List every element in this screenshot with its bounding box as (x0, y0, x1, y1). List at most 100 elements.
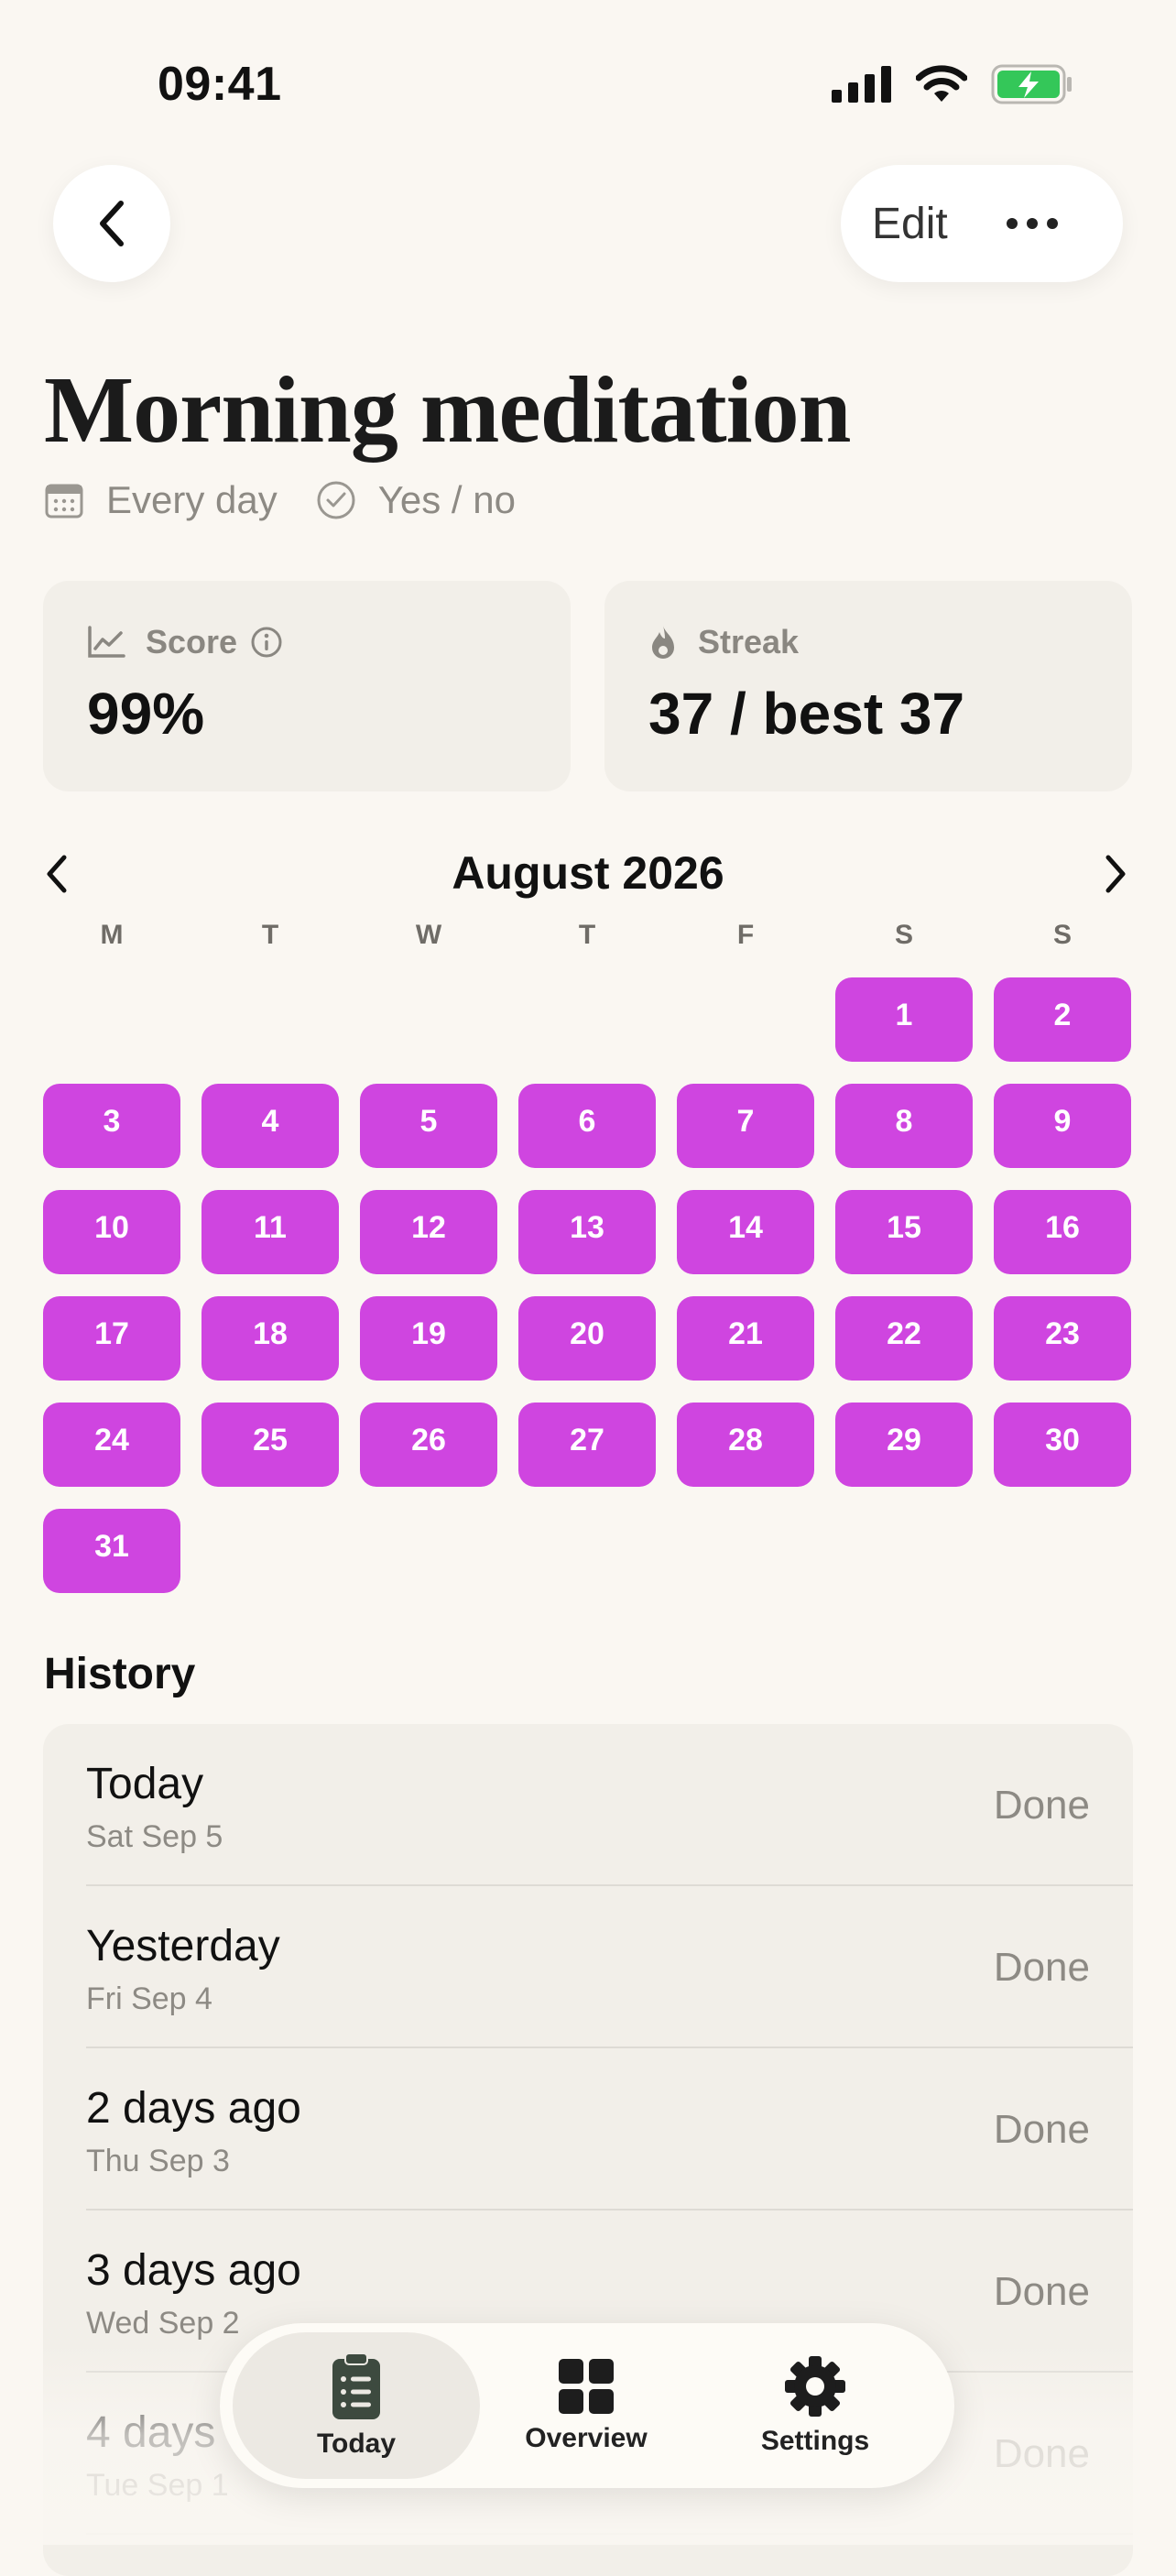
calendar-day[interactable]: 25 (201, 1403, 339, 1487)
calendar-day[interactable]: 21 (677, 1296, 814, 1381)
streak-label: Streak (698, 623, 800, 660)
calendar-grid: 1 2 3 4 5 6 7 8 9 10 11 12 13 14 15 16 17 18 19 20 21 22 23 24 2… (43, 977, 1131, 1593)
streak-value: 37 / best 37 (648, 681, 965, 747)
tab-overview-label: Overview (525, 2423, 648, 2453)
grid-icon (559, 2359, 614, 2414)
more-dot (1006, 218, 1018, 229)
edit-button[interactable]: Edit (872, 199, 948, 249)
calendar-day[interactable]: 10 (43, 1190, 180, 1274)
history-row[interactable]: Yesterday Fri Sep 4 Done (43, 1886, 1133, 2048)
weekday-label: F (736, 920, 755, 950)
history-day-label: Yesterday (86, 1922, 280, 1970)
calendar-day[interactable]: 19 (360, 1296, 497, 1381)
history-date: Thu Sep 3 (86, 2144, 230, 2178)
weekday-label: S (1052, 920, 1072, 950)
calendar-day[interactable]: 31 (43, 1509, 180, 1593)
history-day-label: 3 days ago (86, 2246, 301, 2295)
weekday-label: W (415, 920, 442, 950)
weekday-header: MTWTFSS (43, 920, 1133, 951)
calendar-day[interactable]: 11 (201, 1190, 339, 1274)
gear-icon (785, 2356, 845, 2417)
clipboard-list-icon (332, 2352, 380, 2419)
calendar-day[interactable]: 2 (994, 977, 1131, 1062)
history-status: Done (993, 1945, 1090, 1990)
more-options-button[interactable] (1006, 218, 1058, 229)
tab-today[interactable]: Today (233, 2332, 480, 2479)
calendar-day[interactable]: 20 (518, 1296, 656, 1381)
chevron-right-icon (1105, 855, 1126, 893)
more-dot (1026, 218, 1038, 229)
status-time: 09:41 (158, 58, 282, 111)
next-month-button[interactable] (1099, 852, 1132, 901)
calendar-icon (45, 484, 83, 518)
type-info: Yes / no (316, 478, 516, 522)
streak-label-row: Streak (648, 623, 799, 661)
calendar-day[interactable]: 12 (360, 1190, 497, 1274)
calendar-day[interactable]: 29 (835, 1403, 973, 1487)
calendar-day[interactable]: 9 (994, 1084, 1131, 1168)
calendar-day[interactable]: 18 (201, 1296, 339, 1381)
history-status: Done (993, 2269, 1090, 2314)
tab-today-label: Today (316, 2429, 397, 2459)
weekday-label: S (894, 920, 913, 950)
tab-settings[interactable]: Settings (691, 2332, 939, 2479)
calendar-day[interactable]: 13 (518, 1190, 656, 1274)
habit-meta: Every day Yes / no (44, 478, 516, 522)
type-text: Yes / no (377, 478, 516, 521)
calendar-day[interactable]: 1 (835, 977, 973, 1062)
history-date: Fri Sep 4 (86, 1981, 212, 2016)
history-day-label: 2 days ago (86, 2084, 301, 2133)
history-status: Done (993, 1783, 1090, 1828)
calendar-day[interactable]: 28 (677, 1403, 814, 1487)
info-icon[interactable] (250, 626, 283, 659)
history-row[interactable]: Today Sat Sep 5 Done (43, 1724, 1133, 1886)
calendar-day[interactable]: 16 (994, 1190, 1131, 1274)
weekday-label: T (261, 920, 279, 950)
calendar-day[interactable]: 6 (518, 1084, 656, 1168)
history-date: Sat Sep 5 (86, 1819, 223, 1854)
score-label-row: Score (87, 623, 283, 661)
tab-settings-label: Settings (760, 2426, 870, 2456)
check-circle-icon (317, 481, 355, 519)
history-date: Wed Sep 2 (86, 2306, 240, 2341)
cellular-signal-icon (832, 66, 891, 103)
calendar-day[interactable]: 8 (835, 1084, 973, 1168)
trend-chart-icon (88, 626, 125, 658)
calendar-day[interactable]: 27 (518, 1403, 656, 1487)
calendar-day[interactable]: 30 (994, 1403, 1131, 1487)
flame-icon (652, 626, 674, 659)
tab-bar: Today Overview Settings (220, 2323, 954, 2488)
weekday-label: T (578, 920, 596, 950)
history-title: History (44, 1650, 196, 1698)
calendar-day[interactable]: 24 (43, 1403, 180, 1487)
back-button[interactable] (53, 165, 170, 282)
history-day-label: Today (86, 1760, 204, 1808)
calendar-day[interactable]: 4 (201, 1084, 339, 1168)
calendar-day[interactable]: 17 (43, 1296, 180, 1381)
score-label: Score (146, 623, 238, 660)
chevron-left-icon (100, 201, 124, 246)
frequency-info: Every day (44, 478, 278, 522)
wifi-icon (916, 65, 967, 102)
history-status: Done (993, 2107, 1090, 2152)
calendar-day[interactable]: 5 (360, 1084, 497, 1168)
calendar-month-title: August 2026 (452, 847, 724, 899)
score-value: 99% (87, 681, 205, 747)
tab-overview[interactable]: Overview (463, 2332, 710, 2479)
calendar-day[interactable]: 14 (677, 1190, 814, 1274)
score-card: Score 99% (43, 581, 571, 791)
calendar-header: August 2026 (0, 841, 1176, 905)
actions-pill: Edit (841, 165, 1123, 282)
calendar-day[interactable]: 7 (677, 1084, 814, 1168)
calendar-day[interactable]: 3 (43, 1084, 180, 1168)
history-row[interactable]: 2 days ago Thu Sep 3 Done (43, 2048, 1133, 2210)
status-icons (832, 64, 1073, 104)
calendar-day[interactable]: 22 (835, 1296, 973, 1381)
calendar-day[interactable]: 23 (994, 1296, 1131, 1381)
weekday-label: M (100, 920, 124, 950)
habit-title: Morning meditation (44, 357, 851, 463)
more-dot (1046, 218, 1058, 229)
calendar-day[interactable]: 15 (835, 1190, 973, 1274)
calendar-day[interactable]: 26 (360, 1403, 497, 1487)
streak-card: Streak 37 / best 37 (604, 581, 1132, 791)
